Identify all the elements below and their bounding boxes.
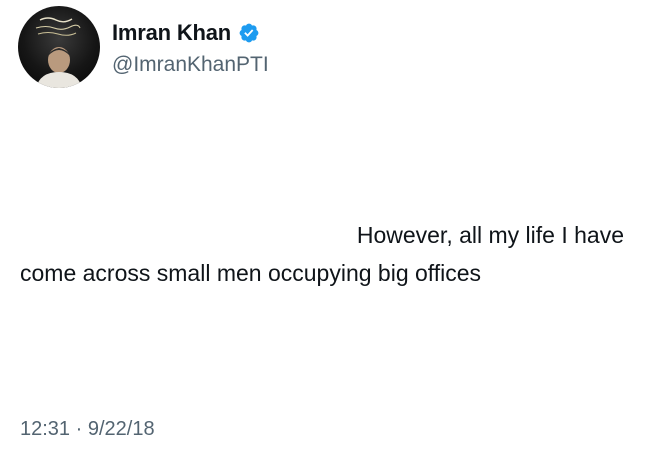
avatar-portrait-icon <box>35 17 82 88</box>
tweet-text-line: However, all my life I have <box>356 222 624 248</box>
tweet-time: 12:31 <box>20 418 71 440</box>
author-name-row[interactable]: Imran Khan <box>112 18 260 48</box>
verified-badge-icon <box>239 23 259 43</box>
tweet-card: Imran Khan @ImranKhanPTI However, all my… <box>0 0 647 457</box>
tweet-text-line: come across small men occupying big offi… <box>20 260 482 286</box>
author-display-name[interactable]: Imran Khan <box>112 20 231 46</box>
avatar[interactable] <box>18 6 100 88</box>
tweet-date: 9/22/18 <box>87 418 155 440</box>
tweet-text: However, all my life I have come across … <box>20 216 624 292</box>
author-handle[interactable]: @ImranKhanPTI <box>112 53 269 77</box>
tweet-timestamp[interactable]: 12:31 · 9/22/18 <box>20 418 155 441</box>
meta-separator: · <box>75 418 83 440</box>
